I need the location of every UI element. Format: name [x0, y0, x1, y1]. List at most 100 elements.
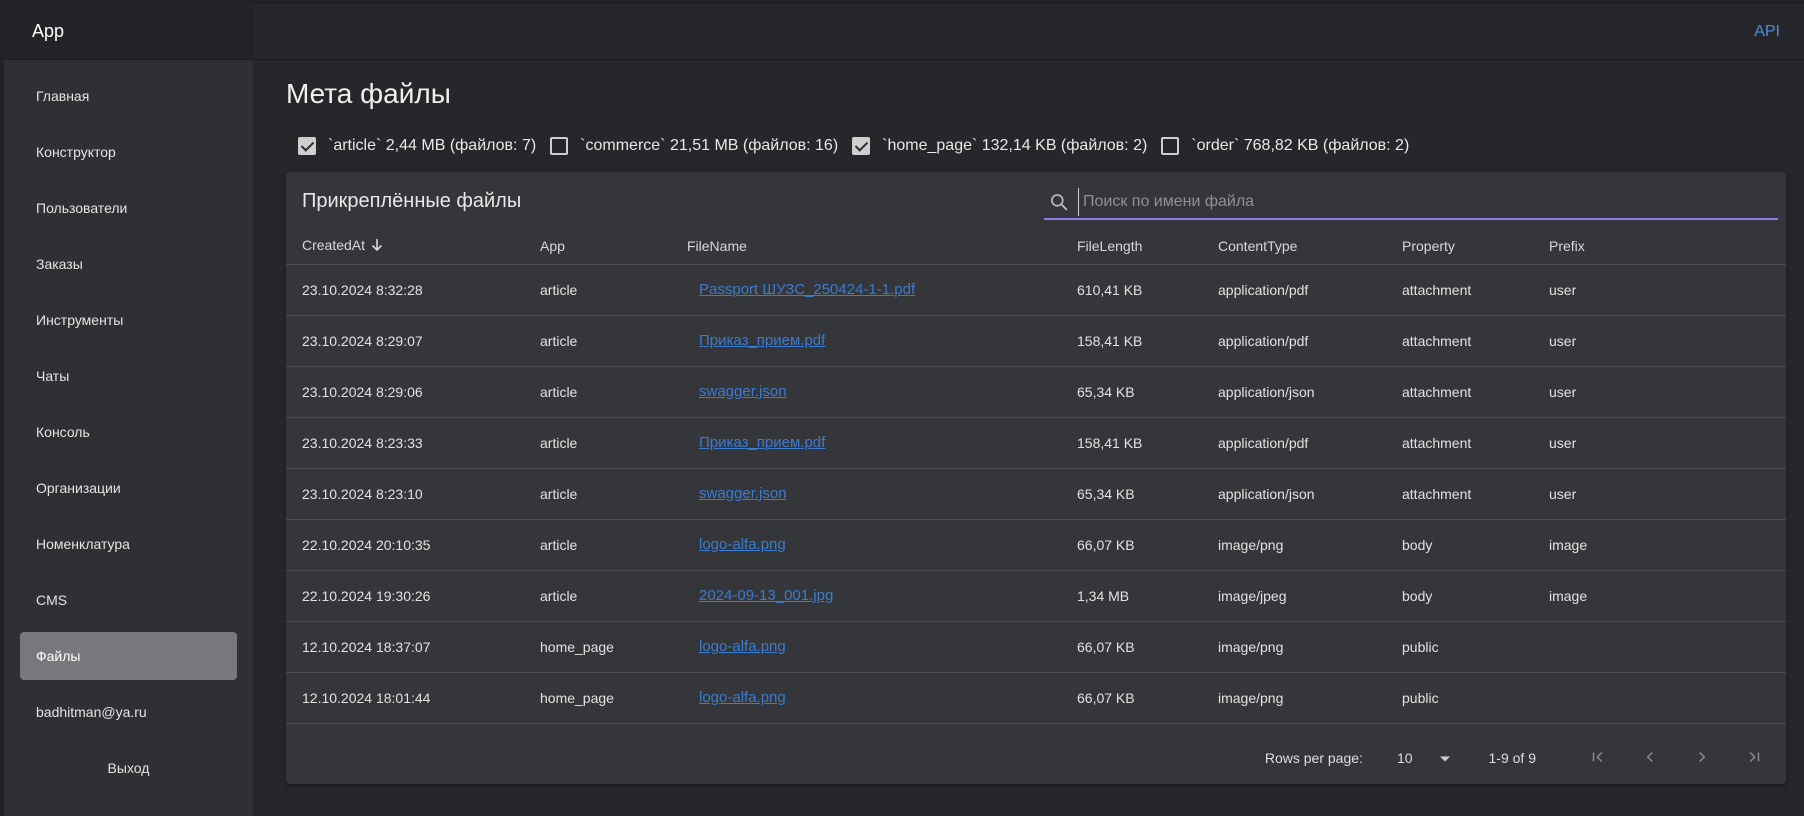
file-link[interactable]: logo-alfa.png — [699, 689, 786, 706]
cell-file-name: Приказ_прием.pdf — [671, 417, 1061, 469]
column-header-contenttype[interactable]: ContentType — [1202, 228, 1386, 265]
table-row: 12.10.2024 18:01:44 home_page logo-alfa.pn… — [286, 672, 1786, 724]
app-filter-3[interactable]: `order` 768,82 KB (файлов: 2) — [1161, 137, 1409, 155]
sidebar-item-5[interactable]: Чаты — [20, 352, 237, 400]
search-input[interactable] — [1078, 188, 1778, 216]
sidebar-item-7[interactable]: Организации — [20, 464, 237, 512]
sidebar-nav: Главная Конструктор Пользователи Заказы Инст… — [4, 60, 253, 792]
app-filter-1[interactable]: `commerce` 21,51 MB (файлов: 16) — [550, 137, 838, 155]
chevron-left-icon — [1641, 748, 1659, 769]
cell-file-length: 1,34 MB — [1061, 570, 1202, 622]
files-card: Прикреплённые файлы CreatedAt App FileName… — [286, 172, 1786, 784]
file-link[interactable]: Passport ШУЗС_250424-1-1.pdf — [699, 281, 915, 298]
cell-property: attachment — [1386, 468, 1533, 520]
table-row: 23.10.2024 8:32:28 article Passport ШУЗС_2… — [286, 264, 1786, 316]
sidebar-item-user-email[interactable]: badhitman@ya.ru — [20, 688, 237, 736]
table-row: 12.10.2024 18:37:07 home_page logo-alfa.pn… — [286, 621, 1786, 673]
column-header-label: App — [540, 237, 565, 254]
cell-prefix: image — [1533, 570, 1786, 622]
cell-content-type: application/pdf — [1202, 315, 1386, 367]
cell-property: body — [1386, 570, 1533, 622]
cell-content-type: image/png — [1202, 519, 1386, 571]
column-header-label: FileLength — [1077, 237, 1143, 254]
last-page-icon — [1745, 748, 1763, 769]
cell-app: article — [524, 264, 671, 316]
file-link[interactable]: logo-alfa.png — [699, 536, 786, 553]
page-range: 1-9 of 9 — [1488, 750, 1536, 766]
checkbox-checked-icon[interactable] — [852, 137, 871, 155]
file-link[interactable]: swagger.json — [699, 383, 787, 400]
cell-property: attachment — [1386, 264, 1533, 316]
cell-content-type: application/pdf — [1202, 417, 1386, 469]
cell-content-type: application/json — [1202, 366, 1386, 418]
cell-content-type: image/png — [1202, 672, 1386, 724]
cell-property: public — [1386, 672, 1533, 724]
column-header-filelength[interactable]: FileLength — [1061, 228, 1202, 265]
cell-content-type: application/pdf — [1202, 264, 1386, 316]
cell-file-length: 66,07 KB — [1061, 672, 1202, 724]
cell-property: attachment — [1386, 315, 1533, 367]
app-filter-0[interactable]: `article` 2,44 MB (файлов: 7) — [298, 137, 536, 155]
sidebar-item-8[interactable]: Номенклатура — [20, 520, 237, 568]
sidebar-item-3[interactable]: Заказы — [20, 240, 237, 288]
column-header-label: FileName — [687, 237, 747, 254]
app-filter-label: `order` 768,82 KB (файлов: 2) — [1191, 137, 1410, 154]
cell-property: public — [1386, 621, 1533, 673]
file-link[interactable]: 2024-09-13_001.jpg — [699, 587, 833, 604]
sidebar-item-10[interactable]: Файлы — [20, 632, 237, 680]
app-title: App — [4, 4, 253, 60]
file-link[interactable]: swagger.json — [699, 485, 787, 502]
pagination: Rows per page: 10 1-9 of 9 — [286, 732, 1786, 784]
sidebar-item-0[interactable]: Главная — [20, 72, 237, 120]
file-link[interactable]: Приказ_прием.pdf — [699, 434, 825, 451]
sidebar-item-2[interactable]: Пользователи — [20, 184, 237, 232]
table-row: 22.10.2024 19:30:26 article 2024-09-13_001… — [286, 570, 1786, 622]
sidebar-item-4[interactable]: Инструменты — [20, 296, 237, 344]
table-row: 23.10.2024 8:23:10 article swagger.json 65,… — [286, 468, 1786, 520]
sidebar-item-9[interactable]: CMS — [20, 576, 237, 624]
column-header-createdat[interactable]: CreatedAt — [286, 228, 524, 265]
cell-file-name: Приказ_прием.pdf — [671, 315, 1061, 367]
column-header-app[interactable]: App — [524, 228, 671, 265]
cell-app: home_page — [524, 621, 671, 673]
cell-property: attachment — [1386, 417, 1533, 469]
next-page-button[interactable] — [1682, 738, 1722, 778]
cell-prefix: user — [1533, 417, 1786, 469]
cell-app: home_page — [524, 672, 671, 724]
sidebar-item-6[interactable]: Консоль — [20, 408, 237, 456]
column-header-property[interactable]: Property — [1386, 228, 1533, 265]
cell-prefix — [1533, 621, 1786, 673]
cell-file-name: Passport ШУЗС_250424-1-1.pdf — [671, 264, 1061, 316]
file-link[interactable]: Приказ_прием.pdf — [699, 332, 825, 349]
column-header-prefix[interactable]: Prefix — [1533, 228, 1786, 265]
logout-button[interactable]: Выход — [20, 744, 237, 792]
rows-per-page-select[interactable]: 10 — [1397, 750, 1451, 766]
cell-property: body — [1386, 519, 1533, 571]
prev-page-button[interactable] — [1630, 738, 1670, 778]
sidebar-item-1[interactable]: Конструктор — [20, 128, 237, 176]
cell-created-at: 23.10.2024 8:29:07 — [286, 315, 524, 367]
cell-content-type: image/jpeg — [1202, 570, 1386, 622]
table-row: 23.10.2024 8:29:07 article Приказ_прием.pd… — [286, 315, 1786, 367]
app-filter-2[interactable]: `home_page` 132,14 KB (файлов: 2) — [852, 137, 1147, 155]
cell-file-length: 66,07 KB — [1061, 621, 1202, 673]
column-header-label: Prefix — [1549, 237, 1585, 254]
api-link[interactable]: API — [1754, 23, 1780, 41]
column-header-label: ContentType — [1218, 237, 1298, 254]
checkbox-unchecked-icon[interactable] — [1161, 137, 1180, 155]
page-title: Мета файлы — [286, 78, 451, 109]
table-body: 23.10.2024 8:32:28 article Passport ШУЗС_2… — [286, 264, 1786, 724]
top-bar: API — [254, 4, 1804, 60]
cell-file-name: logo-alfa.png — [671, 519, 1061, 571]
column-header-filename[interactable]: FileName — [671, 228, 1061, 265]
cell-file-length: 66,07 KB — [1061, 519, 1202, 571]
checkbox-unchecked-icon[interactable] — [550, 137, 569, 155]
checkbox-checked-icon[interactable] — [298, 137, 316, 155]
file-link[interactable]: logo-alfa.png — [699, 638, 786, 655]
table-header-row: CreatedAt App FileName FileLength ContentTyp… — [286, 228, 1786, 265]
last-page-button[interactable] — [1734, 738, 1774, 778]
cell-prefix: user — [1533, 366, 1786, 418]
first-page-button[interactable] — [1578, 738, 1618, 778]
cell-file-length: 65,34 KB — [1061, 468, 1202, 520]
cell-content-type: image/png — [1202, 621, 1386, 673]
